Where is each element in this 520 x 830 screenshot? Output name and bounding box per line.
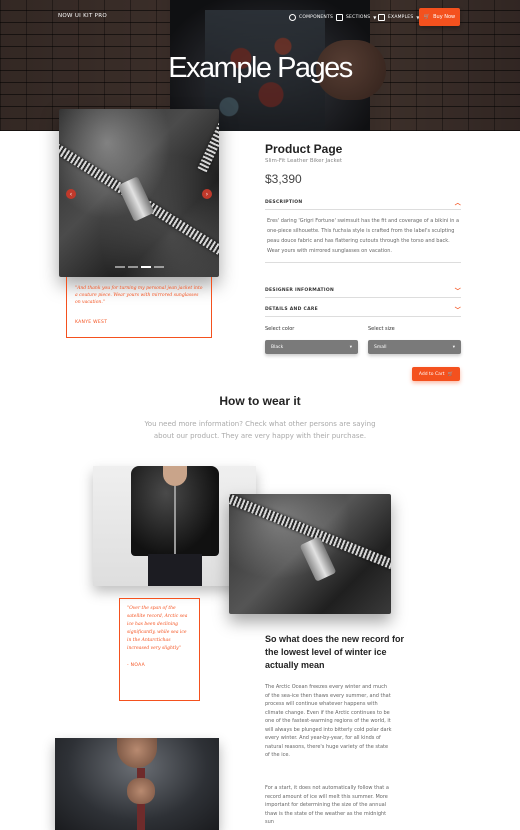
nav-item-label: Examples: [388, 15, 414, 20]
carousel-indicator-active[interactable]: [141, 266, 151, 268]
accordion-details-care: Details and Care ﹀: [265, 302, 461, 317]
article-title: So what does the new record for the lowe…: [265, 634, 405, 670]
nav-item-components[interactable]: Components: [289, 14, 333, 21]
accordion-body: Eres' daring 'Grigri Fortune' swimsuit h…: [265, 209, 461, 262]
select-size-label: Select size: [368, 326, 395, 332]
zipper-pull-graphic: [117, 176, 155, 222]
accordion-header-designer[interactable]: Designer Information ﹀: [265, 283, 461, 297]
accordion-designer-information: Designer Information ﹀: [265, 283, 461, 298]
zipper-graphic: [197, 109, 219, 173]
nav-item-examples[interactable]: Examples ▼: [378, 14, 420, 21]
jeans-graphic: [148, 554, 202, 586]
buy-now-label: Buy Now: [433, 14, 456, 20]
chevron-up-icon: ︿: [454, 199, 461, 207]
examples-icon: [378, 14, 385, 21]
carousel-prev-icon[interactable]: ‹: [66, 189, 76, 199]
cart-icon: 🛒: [447, 371, 454, 377]
section-description: You need more information? Check what ot…: [144, 420, 376, 440]
hand-graphic: [127, 778, 155, 804]
article-paragraph: The Arctic Ocean freezes every winter an…: [265, 684, 392, 758]
product-quote-card: "And thank you for turning my personal j…: [66, 277, 212, 338]
quote-author: Kanye West: [75, 320, 108, 325]
caret-down-icon: ▾: [452, 344, 455, 350]
accordion-title: Description: [265, 199, 303, 205]
select-color-label: Select color: [265, 326, 295, 332]
color-select[interactable]: Black ▾: [265, 340, 358, 354]
nav-item-sections[interactable]: Sections ▼: [336, 14, 377, 21]
product-title: Product Page: [265, 142, 343, 156]
section-title: How to wear it: [219, 394, 301, 408]
face-graphic: [117, 738, 157, 768]
nav-item-label: Components: [299, 15, 334, 20]
cart-icon: 🛒: [423, 14, 431, 20]
add-to-cart-label: Add to Cart: [418, 371, 445, 377]
size-select[interactable]: Small ▾: [368, 340, 461, 354]
accordion-header-details[interactable]: Details and Care ﹀: [265, 302, 461, 316]
quote-text: "Over the span of the satellite record, …: [127, 606, 188, 651]
article-paragraph: For a start, it does not automatically f…: [265, 785, 389, 825]
color-select-value: Black: [271, 344, 284, 350]
carousel-indicators: [115, 266, 164, 268]
carousel-indicator[interactable]: [128, 266, 138, 268]
nav-item-label: Sections: [346, 15, 371, 20]
caret-down-icon: ▾: [349, 344, 352, 350]
quote-author: - NOAA: [127, 663, 145, 668]
zipper-graphic: [174, 486, 176, 556]
accordion-header-description[interactable]: Description ︿: [265, 195, 461, 209]
product-carousel[interactable]: ‹ ›: [59, 109, 219, 277]
add-to-cart-button[interactable]: Add to Cart 🛒: [412, 367, 460, 381]
buy-now-button[interactable]: 🛒 Buy Now: [419, 8, 460, 26]
product-price: $3,390: [265, 172, 302, 186]
chevron-down-icon: ﹀: [454, 287, 461, 295]
jacket-detail-image: [229, 494, 391, 614]
carousel-indicator[interactable]: [115, 266, 125, 268]
model-suit-image: [55, 738, 219, 830]
accordion-description: Description ︿ Eres' daring 'Grigri Fortu…: [265, 195, 461, 263]
brand-logo[interactable]: Now UI Kit Pro: [58, 13, 107, 19]
carousel-indicator[interactable]: [154, 266, 164, 268]
chevron-down-icon: ▼: [373, 15, 377, 20]
product-subtitle: Slim-Fit Leather Biker Jacket: [265, 158, 343, 164]
size-select-value: Small: [374, 344, 387, 350]
page-title: Example Pages: [168, 52, 353, 84]
accordion-title: Details and Care: [265, 306, 319, 312]
quote-text: "And thank you for turning my personal j…: [75, 286, 203, 305]
sections-icon: [336, 14, 343, 21]
noaa-quote-card: "Over the span of the satellite record, …: [119, 598, 200, 701]
chevron-down-icon: ﹀: [454, 306, 461, 314]
navbar: Now UI Kit Pro Components Sections ▼ Exa…: [0, 0, 520, 34]
carousel-next-icon[interactable]: ›: [202, 189, 212, 199]
components-icon: [289, 14, 296, 21]
accordion-title: Designer Information: [265, 287, 335, 293]
